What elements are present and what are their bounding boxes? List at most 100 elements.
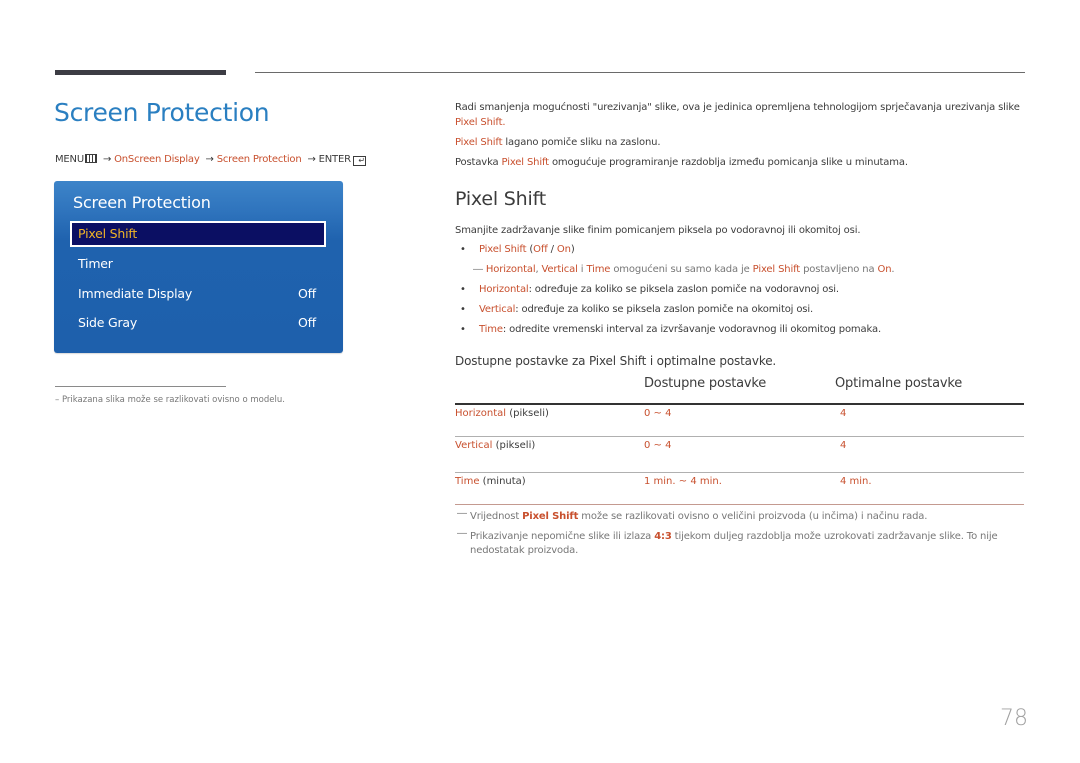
note-text: omogućeni su samo kada je <box>610 264 753 275</box>
bullet-time: • Time: odredite vremenski interval za iz… <box>460 323 881 337</box>
footnote-text: Prikazivanje nepomične slike ili izlaza … <box>457 530 1027 558</box>
arrow-icon: → <box>307 154 316 165</box>
option-off: Off <box>533 244 548 255</box>
pixel-shift-note: ― Horizontal, Vertical i Time omogućeni … <box>473 263 895 277</box>
intro-text: omogućuje programiranje razdoblja između… <box>548 157 908 168</box>
bullet-text: : određuje za koliko se piksela zaslon p… <box>515 304 814 315</box>
intro-paragraph-3: Postavka Pixel Shift omogućuje programir… <box>455 155 1030 170</box>
osd-item-side-gray[interactable]: Side Gray Off <box>70 310 326 336</box>
osd-menu-title: Screen Protection <box>73 193 211 212</box>
table-header-optimal: Optimalne postavke <box>835 376 963 391</box>
bullet-dot-icon: • <box>460 304 466 315</box>
footnote-part: Prikazivanje nepomične slike ili izlaza <box>470 531 655 542</box>
pixel-shift-link: Pixel Shift <box>455 117 503 128</box>
note-time: Time <box>586 264 611 275</box>
note-vertical: Vertical <box>541 264 578 275</box>
row-optimal: 4 <box>840 440 847 451</box>
table-row-rule <box>455 472 1024 473</box>
footnote: ― Vrijednost Pixel Shift može se razliko… <box>457 508 1027 524</box>
header-rule-thin <box>255 72 1025 73</box>
intro-paragraph-1: Radi smanjenja mogućnosti "urezivanja" s… <box>455 100 1030 130</box>
row-optimal: 4 <box>840 408 847 419</box>
breadcrumb-item-onscreen-display[interactable]: OnScreen Display <box>114 154 200 165</box>
bullet-text: / <box>547 244 557 255</box>
osd-item-pixel-shift[interactable]: Pixel Shift <box>70 221 326 247</box>
section-title: Pixel Shift <box>455 188 546 210</box>
note-pixel-shift: Pixel Shift <box>752 264 801 275</box>
breadcrumb: MENU → OnScreen Display → Screen Protectio… <box>55 154 366 166</box>
osd-item-value: Off <box>297 286 316 301</box>
image-disclaimer-footnote: – Prikazana slika može se razlikovati ov… <box>55 395 285 405</box>
row-optimal: 4 min. <box>840 476 872 487</box>
bullet-dot-icon: • <box>460 284 466 295</box>
row-available: 1 min. ~ 4 min. <box>644 476 722 487</box>
page-title: Screen Protection <box>54 98 270 127</box>
osd-item-immediate-display[interactable]: Immediate Display Off <box>70 281 326 307</box>
row-available: 0 ~ 4 <box>644 408 672 419</box>
footnote-dash: ― <box>457 528 467 539</box>
arrow-icon: → <box>205 154 214 165</box>
bullet-pixel-shift-option: • Pixel Shift (Off / On) <box>460 243 575 257</box>
breadcrumb-enter: ENTER <box>318 154 351 165</box>
footnote-dash: ― <box>457 508 467 519</box>
pixel-shift-link: Pixel Shift <box>501 157 550 168</box>
note-dash: ― <box>473 264 483 275</box>
osd-menu-panel: Screen Protection Pixel Shift Timer Imme… <box>54 181 343 353</box>
option-on: On <box>556 244 571 255</box>
table-row-rule <box>455 504 1024 505</box>
bullet-dot-icon: • <box>460 244 466 255</box>
bullet-label: Horizontal <box>479 284 529 295</box>
note-horizontal: Horizontal <box>485 264 536 275</box>
intro-text: Postavka <box>455 157 502 168</box>
footnote: ― Prikazivanje nepomične slike ili izlaz… <box>457 528 1027 558</box>
page-number: 78 <box>1000 706 1028 731</box>
row-unit: (pikseli) <box>492 440 536 451</box>
row-unit: (pikseli) <box>506 408 549 419</box>
bullet-vertical: • Vertical: određuje za koliko se piksela… <box>460 303 813 317</box>
intro-period: . <box>502 117 506 128</box>
row-name: Time <box>455 476 480 487</box>
enter-icon: ↵ <box>352 156 366 166</box>
row-name-cell: Time (minuta) <box>455 476 526 487</box>
menu-grid-icon <box>84 154 97 163</box>
osd-item-label: Immediate Display <box>78 286 193 301</box>
bullet-text: ) <box>570 244 575 255</box>
table-caption: Dostupne postavke za Pixel Shift i optim… <box>455 354 777 368</box>
intro-paragraph-2: Pixel Shift lagano pomiče sliku na zaslo… <box>455 135 1030 150</box>
intro-text: Radi smanjenja mogućnosti "urezivanja" s… <box>455 102 1020 113</box>
footnote-highlight: 4:3 <box>654 531 672 542</box>
breadcrumb-menu: MENU <box>55 154 84 165</box>
table-header-available: Dostupne postavke <box>644 376 767 391</box>
osd-item-label: Side Gray <box>78 315 138 330</box>
intro-text: lagano pomiče sliku na zaslonu. <box>502 137 661 148</box>
footnote-text: Vrijednost Pixel Shift može se razlikova… <box>457 510 1027 524</box>
bullet-text: : određuje za koliko se piksela zaslon p… <box>528 284 840 295</box>
arrow-icon: → <box>102 154 112 165</box>
osd-item-label: Timer <box>78 256 113 271</box>
table-header-rule <box>455 403 1024 405</box>
section-description: Smanjite zadržavanje slike finim pomican… <box>455 225 861 236</box>
row-name-cell: Horizontal (pikseli) <box>455 408 549 419</box>
footnote-part: Vrijednost <box>470 511 523 522</box>
breadcrumb-item-screen-protection[interactable]: Screen Protection <box>217 154 302 165</box>
bullet-dot-icon: • <box>460 324 466 335</box>
footnote-rule <box>55 386 226 387</box>
row-name: Vertical <box>455 440 493 451</box>
row-available: 0 ~ 4 <box>644 440 672 451</box>
table-row-rule <box>455 436 1024 437</box>
bullet-label: Pixel Shift <box>479 244 527 255</box>
header-rule-thick <box>55 70 226 75</box>
row-name-cell: Vertical (pikseli) <box>455 440 535 451</box>
note-on: On <box>877 264 892 275</box>
bullet-horizontal: • Horizontal: određuje za koliko se pikse… <box>460 283 839 297</box>
osd-item-label: Pixel Shift <box>78 226 138 241</box>
osd-item-timer[interactable]: Timer <box>70 251 326 277</box>
bullet-label: Vertical <box>479 304 516 315</box>
osd-item-value: Off <box>297 315 316 330</box>
bullet-label: Time <box>479 324 503 335</box>
row-name: Horizontal <box>455 408 507 419</box>
footnote-highlight: Pixel Shift <box>522 511 579 522</box>
bullet-text: : odredite vremenski interval za izvršav… <box>502 324 881 335</box>
note-text: postavljeno na <box>800 264 878 275</box>
footnote-part: može se razlikovati ovisno o veličini pr… <box>578 511 928 522</box>
